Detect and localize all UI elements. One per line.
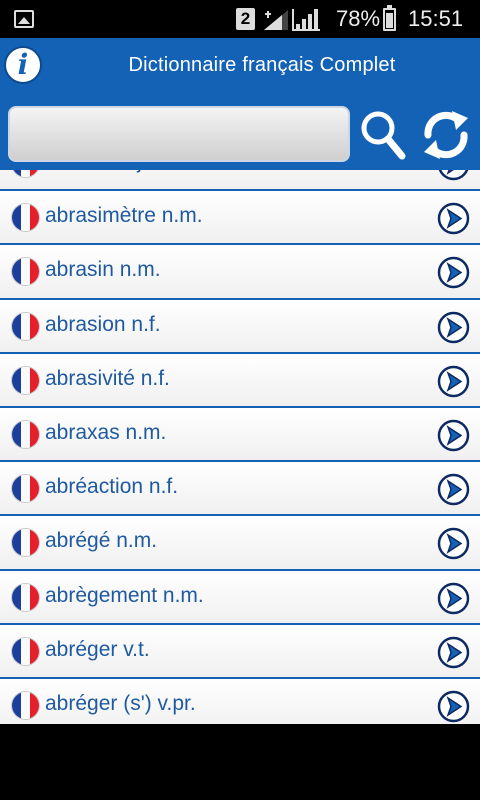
list-item[interactable]: abréger v.t. xyxy=(0,624,480,679)
list-item-term: abrasif adj. xyxy=(45,170,148,174)
chevron-right-circle-icon[interactable] xyxy=(437,636,470,669)
chevron-right-circle-icon[interactable] xyxy=(437,202,470,235)
refresh-button[interactable] xyxy=(418,108,474,162)
chevron-right-circle-icon[interactable] xyxy=(437,582,470,615)
french-flag-icon xyxy=(12,691,39,719)
chevron-right-circle-icon[interactable] xyxy=(437,365,470,398)
french-flag-icon xyxy=(12,420,39,448)
french-flag-icon xyxy=(12,258,39,286)
battery-icon xyxy=(383,5,396,31)
list-item-term: abrègement n.m. xyxy=(45,583,204,607)
list-item-term: abrégé n.m. xyxy=(45,529,158,553)
french-flag-icon xyxy=(12,312,39,340)
list-item[interactable]: abrasin n.m. xyxy=(0,245,480,300)
search-icon xyxy=(361,111,406,160)
status-bar: 2 78% 15:51 xyxy=(0,0,480,38)
list-item[interactable]: abrasimètre n.m. xyxy=(0,191,480,246)
info-icon: i xyxy=(17,48,29,81)
word-list[interactable]: abrasif adj. abrasimètre n.m. abrasin n.m.… xyxy=(0,170,480,724)
list-item-term: abrasin n.m. xyxy=(45,258,161,282)
app-header: i Dictionnaire français Complet xyxy=(0,38,480,170)
chevron-right-circle-icon[interactable] xyxy=(437,419,470,452)
french-flag-icon xyxy=(12,366,39,394)
list-item[interactable]: abréger (s') v.pr. xyxy=(0,678,480,724)
french-flag-icon xyxy=(12,170,39,177)
chevron-right-circle-icon[interactable] xyxy=(437,311,470,344)
chevron-right-circle-icon[interactable] xyxy=(437,527,470,560)
battery-percentage: 78% xyxy=(336,6,381,31)
list-item[interactable]: abrasivité n.f. xyxy=(0,353,480,408)
info-button[interactable]: i xyxy=(4,46,42,84)
french-flag-icon xyxy=(12,475,39,503)
signal-icon-sim1 xyxy=(264,10,288,30)
chevron-right-circle-icon[interactable] xyxy=(437,170,470,181)
french-flag-icon xyxy=(12,583,39,611)
gallery-notification-icon xyxy=(14,10,34,28)
chevron-right-circle-icon[interactable] xyxy=(437,690,470,723)
search-input[interactable] xyxy=(8,106,350,162)
status-clock: 15:51 xyxy=(408,6,464,31)
list-item[interactable]: abrègement n.m. xyxy=(0,570,480,625)
word-list-content: abrasif adj. abrasimètre n.m. abrasin n.m.… xyxy=(0,170,480,724)
chevron-right-circle-icon[interactable] xyxy=(437,473,470,506)
french-flag-icon xyxy=(12,637,39,665)
list-item-term: abrasimètre n.m. xyxy=(45,204,203,228)
list-item-term: abraxas n.m. xyxy=(45,420,167,444)
list-item-term: abrasivité n.f. xyxy=(45,366,170,390)
french-flag-icon xyxy=(12,529,39,557)
list-item-term: abréger v.t. xyxy=(45,637,150,661)
signal-icon-sim2 xyxy=(292,9,320,31)
list-item[interactable]: abraxas n.m. xyxy=(0,407,480,463)
screen: 2 78% 15:51 i Dictionnaire français Comp… xyxy=(0,0,480,800)
list-item-term: abréaction n.f. xyxy=(45,475,179,499)
empty-bottom-area xyxy=(0,724,480,800)
list-item[interactable]: abrégé n.m. xyxy=(0,516,480,571)
list-item-term: abréger (s') v.pr. xyxy=(45,691,196,715)
app-title: Dictionnaire français Complet xyxy=(128,54,396,76)
sim-slot-badge: 2 xyxy=(236,8,255,30)
list-item[interactable]: abréaction n.f. xyxy=(0,462,480,517)
chevron-right-circle-icon[interactable] xyxy=(437,256,470,289)
list-item[interactable]: abrasion n.f. xyxy=(0,299,480,354)
list-item-term: abrasion n.f. xyxy=(45,312,161,336)
battery-level-fill xyxy=(386,13,393,28)
search-button[interactable] xyxy=(358,108,408,162)
french-flag-icon xyxy=(12,204,39,232)
list-item[interactable]: abrasif adj. xyxy=(0,170,480,192)
